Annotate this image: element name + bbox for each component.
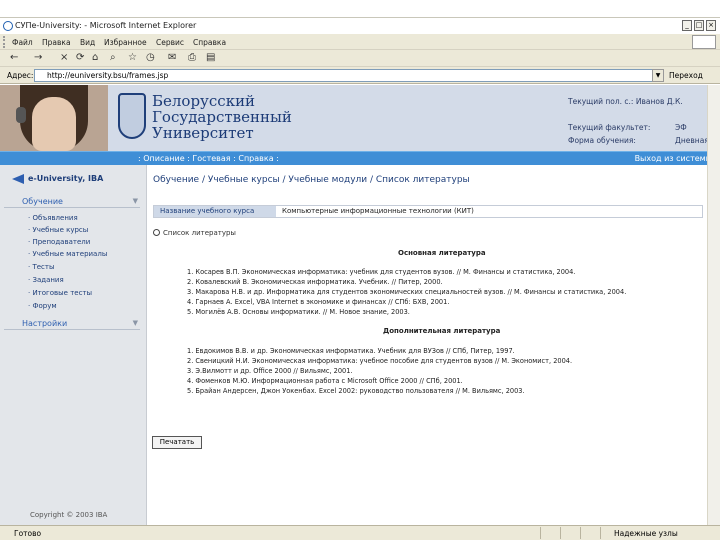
home-icon[interactable]: ⌂ [92,52,98,63]
menu-help[interactable]: Справка [193,38,226,47]
stop-icon[interactable]: × [60,52,68,63]
sidebar-item-materials[interactable]: · Учебные материалы [28,250,107,258]
list-item: 4. Гарнаев А. Excel, VBA Internet в экон… [187,298,450,306]
status-divider [560,527,561,539]
edit-icon[interactable]: ▤ [206,52,215,63]
main-content: Обучение / Учебные курсы / Учебные модул… [147,165,720,525]
headset-icon [16,107,26,123]
copyright: Copyright © 2003 IBA [30,511,108,519]
photo-face [32,97,76,151]
window-titlebar: СУПе-University: - Microsoft Internet Ex… [0,17,720,33]
course-table: Название учебного курса Компьютерные инф… [153,205,703,218]
radio-icon[interactable] [153,229,160,236]
sidebar-item-forum[interactable]: · Форум [28,302,57,310]
logout-link[interactable]: Выход из системы [635,154,712,163]
address-dropdown-icon[interactable]: ▼ [652,69,664,82]
faculty-label: Текущий факультет: [568,123,651,132]
top-nav-links[interactable]: : Описание : Гостевая : Справка : [138,154,279,163]
university-name: Белорусский Государственный Университет [152,93,292,141]
course-header-cell: Название учебного курса [154,206,276,217]
sidebar-section-label: Обучение [22,197,63,206]
university-name-line-3: Университет [152,124,254,142]
current-user: Текущий пол. с.: Иванов Д.К. [568,97,683,106]
sidebar-logo: e-University, IBA [0,171,147,187]
print-icon[interactable]: ⎙ [188,52,196,63]
sidebar-item-announcements[interactable]: · Объявления [28,214,78,222]
menu-view[interactable]: Вид [80,38,95,47]
basic-literature-title: Основная литература [398,249,486,257]
sidebar-item-courses[interactable]: · Учебные курсы [28,226,88,234]
status-divider [580,527,581,539]
menu-favorites[interactable]: Избранное [104,38,147,47]
windows-flag-icon [692,35,716,49]
study-form-label: Форма обучения: [568,136,636,145]
sidebar-logo-text: e-University, IBA [28,174,104,183]
sidebar-item-tasks[interactable]: · Задания [28,276,64,284]
menu-tools[interactable]: Сервис [156,38,184,47]
extra-literature-title: Дополнительная литература [383,327,501,335]
address-bar: Адрес: http://euniversity.bsu/frames.jsp… [0,67,720,84]
window-title: СУПе-University: - Microsoft Internet Ex… [15,21,197,30]
chevron-down-icon[interactable]: ▼ [133,197,138,205]
back-icon[interactable]: ← [10,52,18,63]
forward-icon[interactable]: → [34,52,42,63]
sidebar-section-label: Настройки [22,319,68,328]
sidebar-item-final-tests[interactable]: · Итоговые тесты [28,289,92,297]
history-icon[interactable]: ◷ [146,52,155,63]
refresh-icon[interactable]: ⟳ [76,52,84,63]
list-item: 5. Брайан Андерсен, Джон Уокенбах. Excel… [187,387,525,395]
breadcrumb: Обучение / Учебные курсы / Учебные модул… [153,175,470,185]
literature-list-radio[interactable]: Список литературы [153,229,236,237]
status-text: Готово [14,529,42,538]
close-button[interactable]: × [706,20,716,31]
go-button[interactable]: Переход [669,71,703,80]
security-zone: Надежные узлы [614,529,678,538]
chevron-down-icon[interactable]: ▼ [133,319,138,327]
status-divider [540,527,541,539]
mail-icon[interactable]: ✉ [168,52,176,63]
sidebar: e-University, IBA Обучение ▼ · Объявлени… [0,165,147,525]
menu-file[interactable]: Файл [12,38,33,47]
list-item: 5. Могилёв А.В. Основы информатики. // М… [187,308,410,316]
search-icon[interactable]: ⌕ [110,52,116,63]
literature-list-label: Список литературы [163,229,236,237]
site-header: Белорусский Государственный Университет … [0,85,720,151]
sidebar-section-learning[interactable]: Обучение ▼ [4,195,140,208]
university-name-line-2: Государственный [152,108,292,126]
sidebar-item-tests[interactable]: · Тесты [28,263,55,271]
sidebar-section-settings[interactable]: Настройки ▼ [4,317,140,330]
university-crest-icon [118,93,146,139]
status-bar: Готово Надежные узлы [0,525,720,540]
arrow-left-icon [12,174,24,184]
minimize-button[interactable]: _ [682,20,692,31]
list-item: 2. Ковалевский В. Экономическая информат… [187,278,443,286]
address-label: Адрес: [7,71,34,80]
course-value-cell: Компьютерные информационные технологии (… [282,207,474,215]
favorites-icon[interactable]: ☆ [128,52,137,63]
menu-bar: Файл Правка Вид Избранное Сервис Справка [0,34,720,50]
list-item: 1. Евдокимов В.В. и др. Экономическая ин… [187,347,515,355]
operator-photo [0,85,108,151]
standard-toolbar: ← → × ⟳ ⌂ ⌕ ☆ ◷ ✉ ⎙ ▤ [0,50,720,67]
status-divider [600,527,601,539]
top-nav: : Описание : Гостевая : Справка : Выход … [0,151,720,165]
university-name-line-1: Белорусский [152,92,256,110]
list-item: 2. Свеницкий Н.И. Экономическая информат… [187,357,573,365]
study-form-value: Дневная [675,136,709,145]
list-item: 4. Фоменков М.Ю. Информационная работа с… [187,377,463,385]
toolbar-grip[interactable] [3,36,6,48]
vertical-scrollbar[interactable] [707,85,720,525]
maximize-button[interactable]: □ [694,20,704,31]
list-item: 1. Косарев В.П. Экономическая информатик… [187,268,576,276]
menu-edit[interactable]: Правка [42,38,71,47]
list-item: 3. Макарова Н.В. и др. Информатика для с… [187,288,627,296]
list-item: 3. Э.Вилмотт и др. Office 2000 // Вильям… [187,367,353,375]
faculty-value: ЭФ [675,123,687,132]
print-button[interactable]: Печатать [152,436,202,449]
ie-logo-icon [3,21,13,31]
address-input[interactable]: http://euniversity.bsu/frames.jsp [34,69,664,82]
window-controls: _ □ × [680,20,716,31]
sidebar-item-teachers[interactable]: · Преподаватели [28,238,90,246]
